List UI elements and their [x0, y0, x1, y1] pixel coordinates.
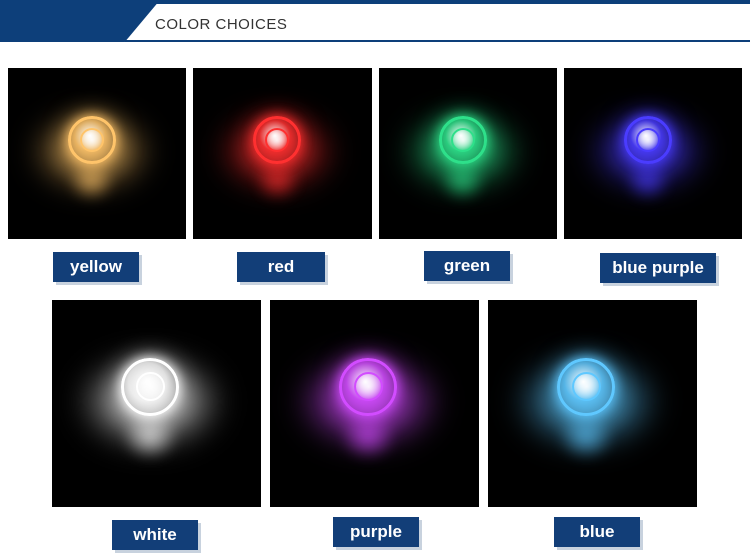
swatch-image-blue-purple: [564, 68, 742, 239]
light-fixture-lens: [265, 127, 290, 152]
light-fixture-lens: [135, 372, 165, 402]
swatch-image-purple: [270, 300, 479, 507]
light-fixture-lens: [635, 127, 660, 152]
label-blue: blue: [554, 517, 640, 547]
light-reflection: [70, 161, 114, 200]
light-reflection: [124, 413, 177, 460]
label-blue-purple: blue purple: [600, 253, 716, 283]
label-red: red: [237, 252, 325, 282]
light-reflection: [255, 161, 299, 200]
label-purple: purple: [333, 517, 419, 547]
label-white: white: [112, 520, 198, 550]
light-reflection: [626, 161, 670, 200]
light-fixture-lens: [353, 372, 383, 402]
swatch-image-red: [193, 68, 372, 239]
label-yellow: yellow: [53, 252, 139, 282]
light-reflection: [441, 161, 485, 200]
swatch-image-white: [52, 300, 261, 507]
swatch-image-green: [379, 68, 557, 239]
light-fixture-lens: [79, 127, 104, 152]
swatch-image-yellow: [8, 68, 186, 239]
light-reflection: [342, 413, 395, 460]
header: COLOR CHOICES: [0, 0, 750, 44]
header-underline: [125, 40, 750, 42]
header-accent-band: [0, 0, 160, 42]
page-title: COLOR CHOICES: [155, 16, 288, 33]
swatch-image-blue: [488, 300, 697, 507]
label-green: green: [424, 251, 510, 281]
light-fixture-lens: [571, 372, 601, 402]
light-reflection: [560, 413, 613, 460]
header-stripe: [155, 0, 750, 4]
light-fixture-lens: [450, 127, 475, 152]
